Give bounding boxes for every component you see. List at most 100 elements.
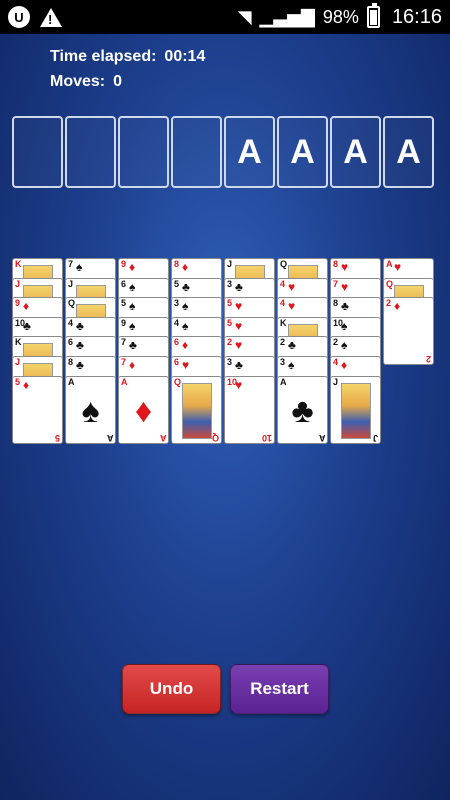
card-pips: ♣ <box>235 279 245 294</box>
moves: Moves: 0 <box>50 69 205 94</box>
card-pips: ♣ <box>76 318 86 333</box>
card-rank: 6 <box>68 337 74 348</box>
card-rank: 7 <box>121 357 127 367</box>
freecell-4[interactable] <box>171 116 222 188</box>
card-rank-bottom: Q <box>211 432 219 443</box>
card-rank: 8 <box>333 298 339 309</box>
card-rank: 6 <box>174 357 180 367</box>
ace-center-suit: ♠ <box>81 391 100 430</box>
card-pips: ♥ <box>341 260 351 274</box>
card-pips: ♦ <box>182 260 191 274</box>
card-rank: 9 <box>121 317 127 328</box>
time-elapsed: Time elapsed: 00:14 <box>50 44 205 69</box>
card-rank: 3 <box>174 298 180 309</box>
clock: 16:16 <box>391 5 442 28</box>
face-card-art <box>182 382 212 439</box>
card-rank: 3 <box>227 357 233 367</box>
card-rank-bottom: J <box>372 432 378 443</box>
card-rank: Q <box>68 298 76 309</box>
card-rank: A <box>68 376 75 387</box>
card-rank: J <box>15 357 21 367</box>
card[interactable]: 2 ♦ 2 <box>383 297 434 366</box>
card-rank-bottom: 2 <box>425 354 431 365</box>
card-rank: 5 <box>227 317 233 328</box>
card-pips: ♦ <box>23 377 32 392</box>
card[interactable]: 5 ♦ 5 <box>12 375 63 444</box>
card-pips: ♥ <box>394 260 404 274</box>
card-rank-bottom: 10 <box>261 432 272 443</box>
ace-center-suit: ♣ <box>291 391 314 430</box>
card-rank: 3 <box>280 357 286 367</box>
card-rank: 7 <box>68 259 74 269</box>
battery-icon <box>366 3 380 28</box>
card-rank: 8 <box>333 259 339 269</box>
card-rank: 7 <box>333 278 339 289</box>
card-rank: 2 <box>333 337 339 348</box>
card[interactable]: QQ <box>171 375 222 444</box>
card-rank: 9 <box>121 259 127 269</box>
moves-value: 0 <box>113 73 123 90</box>
tableau: K J 9 ♦ 10 ♣ K J 5 ♦ 5 7 ♠ J Q 4 ♣ 6 ♣ 8 ♣ A ♠ A 9 ♦ 6 ♠ 5 ♠ 9 ♠ 7 ♣ 7 ♦ A ♦ A… <box>12 258 436 458</box>
card-rank: Q <box>174 376 182 387</box>
card-pips: ♥ <box>182 358 192 372</box>
card-rank: 5 <box>227 298 233 309</box>
card-rank: A <box>386 259 393 269</box>
foundation-1[interactable]: A <box>224 116 275 188</box>
foundation-2[interactable]: A <box>277 116 328 188</box>
foundation-4[interactable]: A <box>383 116 434 188</box>
card-rank: J <box>15 278 21 289</box>
card-rank: J <box>333 376 339 387</box>
card[interactable]: A ♦ A <box>118 375 169 444</box>
app-notification-icon: U <box>8 6 30 28</box>
moves-label: Moves: <box>50 73 106 90</box>
card-rank: 5 <box>15 376 21 387</box>
card-pips: ♠ <box>182 318 191 333</box>
card-pips: ♣ <box>235 358 245 372</box>
card-pips: ♦ <box>182 338 191 353</box>
card-pips: ♠ <box>182 299 191 314</box>
freecells-and-foundations: A A A A <box>12 116 436 188</box>
card-pips: ♠ <box>129 318 138 333</box>
signal-icon: ▁▃▅▇ <box>259 6 315 27</box>
card-pips: ♦ <box>129 260 138 274</box>
card-rank-bottom: A <box>318 432 326 443</box>
card[interactable]: A ♠ A <box>65 375 116 444</box>
card-pips: ♥ <box>288 299 298 314</box>
card-pips: ♥ <box>288 279 298 294</box>
card[interactable]: JJ <box>330 375 381 444</box>
card-rank: 4 <box>174 317 180 328</box>
card-pips: ♥ <box>235 377 245 392</box>
freecell-1[interactable] <box>12 116 63 188</box>
card-pips: ♠ <box>76 260 85 274</box>
card-pips: ♦ <box>394 299 403 314</box>
card-rank: 3 <box>227 278 233 289</box>
foundation-3[interactable]: A <box>330 116 381 188</box>
card-pips: ♠ <box>341 318 350 333</box>
card-rank: 6 <box>121 278 127 289</box>
card-rank: J <box>227 259 233 269</box>
restart-button[interactable]: Restart <box>230 664 329 714</box>
card-pips: ♥ <box>235 318 245 333</box>
status-bar: U ! ◥ ▁▃▅▇ 98% 16:16 <box>0 0 450 34</box>
card-rank-bottom: A <box>106 432 114 443</box>
card-pips: ♣ <box>76 338 86 353</box>
card-pips: ♥ <box>235 338 245 353</box>
freecell-3[interactable] <box>118 116 169 188</box>
card-pips: ♣ <box>341 299 351 314</box>
face-card-art <box>341 382 371 439</box>
card-rank: 2 <box>227 337 233 348</box>
card-pips: ♣ <box>23 318 33 333</box>
card[interactable]: 10 ♥ 10 <box>224 375 275 444</box>
card-rank-bottom: A <box>159 432 167 443</box>
freecell-2[interactable] <box>65 116 116 188</box>
card-pips: ♠ <box>129 279 138 294</box>
card-pips: ♥ <box>341 279 351 294</box>
card-rank: 5 <box>174 278 180 289</box>
card-pips: ♦ <box>129 358 138 372</box>
card-pips: ♦ <box>341 358 350 372</box>
card-rank: 9 <box>15 298 21 309</box>
card-rank: A <box>121 376 128 387</box>
undo-button[interactable]: Undo <box>122 664 221 714</box>
card-rank: 8 <box>68 357 74 367</box>
card[interactable]: A ♣ A <box>277 375 328 444</box>
